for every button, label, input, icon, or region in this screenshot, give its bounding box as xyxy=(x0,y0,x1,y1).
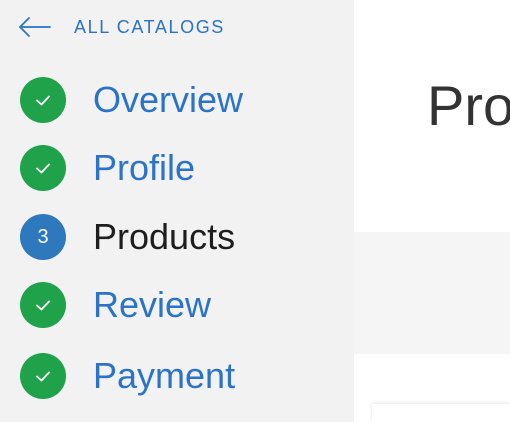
step-complete-badge xyxy=(20,145,66,191)
step-label: Review xyxy=(93,284,212,325)
all-catalogs-label: ALL CATALOGS xyxy=(74,17,225,37)
main-content: Products xyxy=(354,0,510,422)
page-title: Products xyxy=(427,74,510,137)
step-label: Payment xyxy=(93,355,236,396)
step-review[interactable]: Review xyxy=(20,275,211,335)
step-label: Profile xyxy=(93,147,196,188)
content-panel xyxy=(354,232,510,354)
sidebar: ALL CATALOGS Overview Profile 3 Products… xyxy=(0,0,354,422)
step-products[interactable]: 3 Products xyxy=(20,207,235,267)
step-complete-badge xyxy=(20,353,66,399)
all-catalogs-link[interactable]: ALL CATALOGS xyxy=(18,16,225,38)
app-window: ALL CATALOGS Overview Profile 3 Products… xyxy=(0,0,510,422)
step-profile[interactable]: Profile xyxy=(20,138,195,198)
step-number-badge: 3 xyxy=(20,214,66,260)
step-complete-badge xyxy=(20,282,66,328)
arrow-left-icon xyxy=(19,17,51,37)
check-icon xyxy=(36,95,50,106)
step-label: Overview xyxy=(93,79,244,120)
step-label: Products xyxy=(93,216,236,257)
step-complete-badge xyxy=(20,77,66,123)
step-payment[interactable]: Payment xyxy=(20,346,235,406)
check-icon xyxy=(36,371,50,382)
content-card xyxy=(372,404,510,422)
check-icon xyxy=(36,163,50,174)
step-number: 3 xyxy=(37,226,49,248)
step-overview[interactable]: Overview xyxy=(20,70,243,130)
check-icon xyxy=(36,300,50,311)
